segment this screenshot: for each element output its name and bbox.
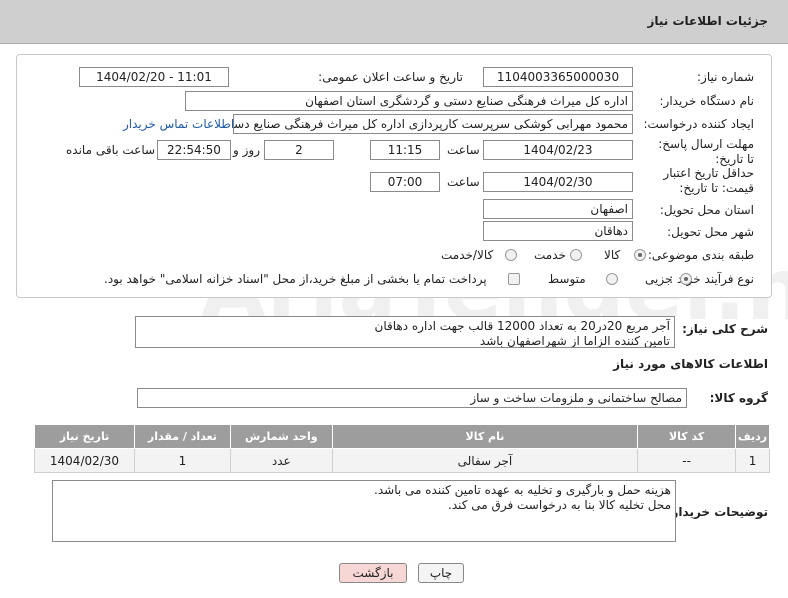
announce-date-field[interactable]: 1404/02/20 - 11:01 xyxy=(79,67,229,87)
description-line-1: آجر مربع 20در20 به تعداد 12000 قالب جهت … xyxy=(374,319,670,333)
announce-date-label: تاریخ و ساعت اعلان عمومی: xyxy=(318,70,463,84)
goods-group-field[interactable]: مصالح ساختمانی و ملزومات ساخت و ساز xyxy=(137,388,687,408)
remaining-time-label: ساعت باقی مانده xyxy=(66,143,156,157)
col-row: ردیف xyxy=(735,424,770,449)
validity-time-field[interactable]: 07:00 xyxy=(370,172,440,192)
cell-qty: 1 xyxy=(133,448,231,473)
remaining-time-field[interactable]: 22:54:50 xyxy=(157,140,231,160)
goods-group-label: گروه کالا: xyxy=(709,391,768,405)
process-radio-medium[interactable] xyxy=(606,273,618,285)
city-field[interactable]: دهاقان xyxy=(483,221,633,241)
buyer-org-field[interactable]: اداره کل میراث فرهنگی صنایع دستی و گردشگ… xyxy=(185,91,633,111)
col-name: نام کالا xyxy=(331,424,639,449)
process-option-minor: جزیی xyxy=(645,272,673,286)
buyer-notes-textarea[interactable]: هزینه حمل و بارگیری و تخلیه به عهده تامی… xyxy=(52,480,676,542)
need-number-field[interactable]: 1104003365000030 xyxy=(483,67,633,87)
goods-table-header: ردیف کد کالا نام کالا واحد شمارش تعداد /… xyxy=(34,424,770,449)
col-qty: تعداد / مقدار xyxy=(133,424,231,449)
title-bar: جزئیات اطلاعات نیاز xyxy=(0,0,788,44)
validity-date-field[interactable]: 1404/02/30 xyxy=(483,172,633,192)
cell-name: آجر سفالی xyxy=(331,448,639,473)
province-label: استان محل تحویل: xyxy=(659,203,754,217)
buyer-org-label: نام دستگاه خریدار: xyxy=(659,94,755,108)
buyer-contact-link[interactable]: اطلاعات تماس خریدار xyxy=(123,117,234,131)
category-option-goods: کالا xyxy=(604,248,621,262)
cell-date: 1404/02/30 xyxy=(34,448,135,473)
cell-unit: عدد xyxy=(229,448,333,473)
category-radio-goods-service[interactable] xyxy=(505,249,517,261)
days-label: روز و xyxy=(233,143,260,157)
buyer-notes-label: توضیحات خریدار: xyxy=(666,505,768,519)
back-button[interactable]: بازگشت xyxy=(339,563,407,583)
page-title: جزئیات اطلاعات نیاز xyxy=(647,14,768,28)
description-label: شرح کلی نیاز: xyxy=(682,322,768,336)
buyer-notes-line-1: هزینه حمل و بارگیری و تخلیه به عهده تامی… xyxy=(374,483,671,497)
validity-time-label: ساعت xyxy=(447,175,480,189)
category-radio-service[interactable] xyxy=(570,249,582,261)
cell-row: 1 xyxy=(735,448,770,473)
description-textarea[interactable]: آجر مربع 20در20 به تعداد 12000 قالب جهت … xyxy=(135,316,675,348)
description-line-2: تامین کننده الزاما از شهراصفهان باشد xyxy=(479,334,670,348)
goods-table: ردیف کد کالا نام کالا واحد شمارش تعداد /… xyxy=(34,424,770,473)
requester-label: ایجاد کننده درخواست: xyxy=(643,117,754,131)
category-radio-goods[interactable] xyxy=(634,249,646,261)
col-date: تاریخ نیاز xyxy=(34,424,135,449)
remaining-days-field[interactable]: 2 xyxy=(264,140,334,160)
reply-time-field[interactable]: 11:15 xyxy=(370,140,440,160)
reply-deadline-label: مهلت ارسال پاسخ: تا تاریخ: xyxy=(658,137,754,166)
process-option-medium: متوسط xyxy=(548,272,586,286)
category-option-service: خدمت xyxy=(534,248,566,262)
treasury-payment-note: پرداخت تمام یا بخشی از مبلغ خرید،از محل … xyxy=(104,272,487,286)
print-button[interactable]: چاپ xyxy=(418,563,464,583)
cell-code: -- xyxy=(637,448,737,473)
treasury-payment-checkbox[interactable] xyxy=(508,273,520,285)
category-option-goods-service: کالا/خدمت xyxy=(441,248,494,262)
city-label: شهر محل تحویل: xyxy=(667,225,754,239)
col-unit: واحد شمارش xyxy=(229,424,333,449)
goods-section-title: اطلاعات کالاهای مورد نیاز xyxy=(613,357,768,371)
process-radio-minor[interactable] xyxy=(680,273,692,285)
reply-date-field[interactable]: 1404/02/23 xyxy=(483,140,633,160)
reply-time-label: ساعت xyxy=(447,143,480,157)
need-number-label: شماره نیاز: xyxy=(697,70,754,84)
price-validity-label: حداقل تاریخ اعتبار قیمت: تا تاریخ: xyxy=(663,166,754,195)
requester-field[interactable]: محمود مهرابی کوشکی سرپرست کارپردازی ادار… xyxy=(233,114,633,134)
table-row[interactable]: 1 -- آجر سفالی عدد 1 1404/02/30 xyxy=(34,448,770,473)
col-code: کد کالا xyxy=(637,424,737,449)
province-field[interactable]: اصفهان xyxy=(483,199,633,219)
category-label: طبقه بندی موضوعی: xyxy=(647,248,754,262)
buyer-notes-line-2: محل تخلیه کالا بنا به درخواست فرق می کند… xyxy=(448,498,671,512)
